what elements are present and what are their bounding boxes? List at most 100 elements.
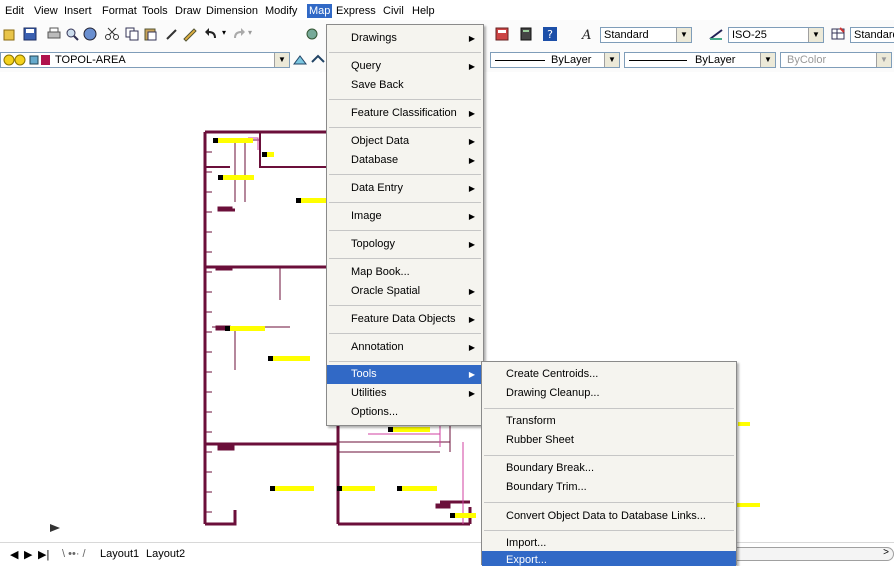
menu-item-convert-object-data[interactable]: Convert Object Data to Database Links... [482,507,736,526]
horizontal-scrollbar[interactable]: > [730,547,894,561]
print-icon[interactable] [46,26,62,42]
menu-item-label: Oracle Spatial [351,285,421,297]
wall-room-1 [205,132,338,168]
menu-item-options[interactable]: Options... [327,403,483,422]
scroll-right-icon[interactable]: > [883,547,889,558]
plot-style-select[interactable]: ByColor ▼ [780,52,892,68]
submenu-arrow-icon: ▶ [468,34,475,43]
block-editor-icon[interactable] [182,26,198,42]
menu-item-label: Boundary Break... [506,462,595,474]
tab-layout1[interactable]: Layout1 [100,548,139,560]
model-tab-edge: \ ••· / [62,548,86,560]
menu-item-boundary-trim[interactable]: Boundary Trim... [482,478,736,497]
menu-item-boundary-break[interactable]: Boundary Break... [482,459,736,478]
undo-icon[interactable] [204,26,220,42]
menu-format[interactable]: Format [102,5,137,17]
text-style-icon[interactable]: A [580,26,596,42]
menu-item-export[interactable]: Export... [482,551,736,566]
menu-item-database[interactable]: Database ▶ [327,151,483,170]
redo-dropdown-icon[interactable]: ▾ [248,28,252,37]
last-tab-icon[interactable]: ▶| [38,548,49,561]
layout-tab-bar: ◀ ▶ ▶| \ ••· / Layout1 Layout2 > [0,542,894,566]
menu-item-save-back[interactable]: Save Back [327,76,483,95]
publish-icon[interactable] [82,26,98,42]
help-icon[interactable]: ? [542,26,558,42]
menu-help[interactable]: Help [412,5,435,17]
first-tab-icon[interactable]: ◀ [10,548,18,561]
menu-map[interactable]: Map [307,4,333,18]
menu-separator [329,127,481,128]
menu-item-drawing-cleanup[interactable]: Drawing Cleanup... [482,384,736,403]
copy-icon[interactable] [124,26,140,42]
paste-icon[interactable] [142,26,158,42]
menu-item-feature-data-objects[interactable]: Feature Data Objects ▶ [327,310,483,329]
text-style-select[interactable]: Standard ▼ [600,27,692,43]
save-icon[interactable] [22,26,38,42]
submenu-arrow-icon: ▶ [468,287,475,296]
menu-item-object-data[interactable]: Object Data ▶ [327,132,483,151]
area-label [736,503,760,507]
dim-style-icon[interactable] [708,26,724,42]
make-layer-current-icon[interactable] [292,52,308,68]
menu-separator [329,52,481,53]
menu-edit[interactable]: Edit [5,5,24,17]
menu-item-label: Image [351,210,382,222]
menu-item-data-entry[interactable]: Data Entry ▶ [327,179,483,198]
menu-insert[interactable]: Insert [64,5,92,17]
menu-item-label: Drawing Cleanup... [506,387,600,399]
menu-item-rubber-sheet[interactable]: Rubber Sheet [482,431,736,450]
calculator-icon[interactable] [494,26,510,42]
table-style-icon[interactable] [830,26,846,42]
linetype-select[interactable]: ByLayer ▼ [490,52,620,68]
current-layer-name: TOPOL-AREA [55,54,126,66]
redo-icon[interactable] [230,26,246,42]
submenu-arrow-icon: ▶ [468,343,475,352]
menu-separator [329,333,481,334]
dim-style-select[interactable]: ISO-25 ▼ [728,27,824,43]
menu-modify[interactable]: Modify [265,5,297,17]
menu-tools[interactable]: Tools [142,5,168,17]
quickcalc-icon[interactable] [518,26,534,42]
map-menu: Drawings ▶ Query ▶ Save Back Feature Class… [326,24,484,426]
lineweight-select[interactable]: ByLayer ▼ [624,52,776,68]
submenu-arrow-icon: ▶ [468,240,475,249]
menu-item-tools[interactable]: Tools ▶ [327,365,483,384]
layer-select[interactable]: TOPOL-AREA ▼ [0,52,290,68]
menu-item-label: Options... [351,406,399,418]
menu-draw[interactable]: Draw [175,5,201,17]
menu-item-create-centroids[interactable]: Create Centroids... [482,365,736,384]
menu-item-drawings[interactable]: Drawings ▶ [327,29,483,48]
cut-icon[interactable] [104,26,120,42]
menu-item-label: Create Centroids... [506,368,599,380]
submenu-arrow-icon: ▶ [468,184,475,193]
submenu-arrow-icon: ▶ [468,315,475,324]
pan-icon[interactable] [304,26,320,42]
menu-item-topology[interactable]: Topology ▶ [327,235,483,254]
menu-dimension[interactable]: Dimension [206,5,258,17]
table-style-select[interactable]: Standard [850,27,894,43]
menu-view[interactable]: View [34,5,58,17]
undo-dropdown-icon[interactable]: ▾ [222,28,226,37]
next-tab-icon[interactable]: ▶ [24,548,32,561]
linetype-sample [495,60,545,61]
menu-separator [484,530,734,531]
menu-item-annotation[interactable]: Annotation ▶ [327,338,483,357]
layer-previous-icon[interactable] [310,52,326,68]
menu-item-image[interactable]: Image ▶ [327,207,483,226]
tab-layout2[interactable]: Layout2 [146,548,185,560]
menu-item-feature-classification[interactable]: Feature Classification ▶ [327,104,483,123]
menu-item-query[interactable]: Query ▶ [327,57,483,76]
menu-item-transform[interactable]: Transform [482,412,736,431]
preview-icon[interactable] [64,26,80,42]
menu-item-label: Drawings [351,32,397,44]
plot-style-value: ByColor [787,54,827,66]
menu-item-map-book[interactable]: Map Book... [327,263,483,282]
menu-item-oracle-spatial[interactable]: Oracle Spatial ▶ [327,282,483,301]
menu-item-utilities[interactable]: Utilities ▶ [327,384,483,403]
tools-submenu: Create Centroids... Drawing Cleanup... T… [481,361,737,566]
match-properties-icon[interactable] [164,26,180,42]
menu-civil[interactable]: Civil [383,5,404,17]
submenu-arrow-icon: ▶ [468,370,475,379]
menu-express[interactable]: Express [336,5,376,17]
open-icon[interactable] [2,26,18,42]
